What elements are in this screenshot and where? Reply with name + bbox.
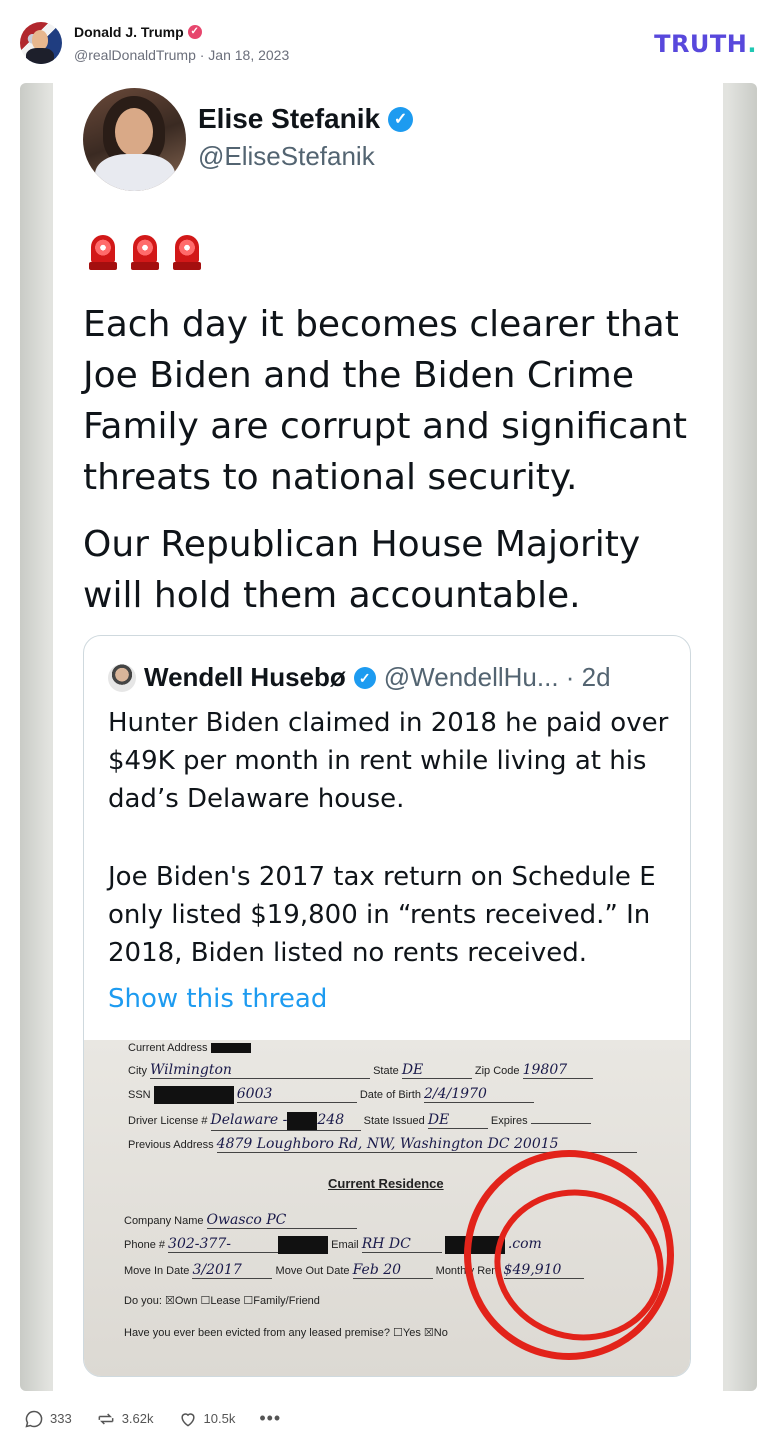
more-options-icon[interactable]: ••• xyxy=(259,1408,281,1429)
tweet-author-handle: @EliseStefanik xyxy=(198,141,375,171)
tweet-screenshot: Elise Stefanik ✓ @EliseStefanik Each day… xyxy=(53,83,723,1391)
quoted-text-2: Joe Biden's 2017 tax return on Schedule … xyxy=(108,862,656,968)
reply-icon xyxy=(25,1410,43,1428)
tweet-author-avatar xyxy=(83,88,186,191)
reply-button[interactable]: 333 xyxy=(24,1409,72,1429)
quoted-tweet: Wendell Husebø ✓ @WendellHu... · 2d Hunt… xyxy=(83,635,691,1377)
post-media-image[interactable]: Elise Stefanik ✓ @EliseStefanik Each day… xyxy=(20,83,757,1391)
verified-badge-icon: ✓ xyxy=(187,25,202,39)
form-license-row: Driver License # Delaware -248 State Iss… xyxy=(128,1112,591,1132)
like-button[interactable]: 10.5k xyxy=(178,1409,236,1429)
show-thread-link: Show this thread xyxy=(108,984,328,1014)
form-current-residence-heading: Current Residence xyxy=(328,1176,444,1191)
like-count: 10.5k xyxy=(203,1411,236,1426)
reply-count: 333 xyxy=(50,1411,72,1426)
siren-icon xyxy=(131,235,159,271)
siren-emojis xyxy=(89,235,201,271)
author-name-row[interactable]: Donald J. Trump ✓ xyxy=(74,24,202,40)
post-actions: 333 3.62k 10.5k ••• xyxy=(24,1408,281,1429)
siren-icon xyxy=(173,235,201,271)
form-ssn-row: SSN 6003 Date of Birth 2/4/1970 xyxy=(128,1086,535,1105)
heart-icon xyxy=(180,1412,195,1427)
form-evicted-row: Have you ever been evicted from any leas… xyxy=(124,1327,448,1339)
quoted-author-name: Wendell Husebø xyxy=(144,662,346,692)
quoted-author-handle-time: @WendellHu... · 2d xyxy=(383,662,611,692)
tweet-paragraph-1: Each day it becomes clearer that Joe Bid… xyxy=(83,304,688,498)
tweet-paragraph-2: Our Republican House Majority will hold … xyxy=(83,524,641,616)
retruth-count: 3.62k xyxy=(121,1411,154,1426)
tweet-author-name-row: Elise Stefanik ✓ xyxy=(198,103,414,135)
siren-icon xyxy=(89,235,117,271)
truth-logo: TRUTH. xyxy=(654,30,757,58)
form-doyou-row: Do you: ☒Own ☐Lease ☐Family/Friend xyxy=(124,1295,320,1307)
form-company-row: Company Name Owasco PC xyxy=(124,1212,357,1229)
verified-blue-icon: ✓ xyxy=(388,106,414,132)
form-city-row: City Wilmington State DE Zip Code 19807 xyxy=(128,1062,593,1079)
rental-form-photo: Current Address City Wilmington State DE… xyxy=(84,1040,690,1376)
verified-blue-icon: ✓ xyxy=(353,666,376,689)
quoted-tweet-header: Wendell Husebø ✓ @WendellHu... · 2d xyxy=(108,662,611,693)
quoted-author-avatar xyxy=(108,663,136,692)
retruth-icon xyxy=(98,1412,114,1425)
author-display-name[interactable]: Donald J. Trump xyxy=(74,24,184,40)
tweet-author-name: Elise Stefanik xyxy=(198,103,381,134)
post-header: Donald J. Trump ✓ @realDonaldTrump · Jan… xyxy=(20,20,757,66)
form-current-address: Current Address xyxy=(128,1042,251,1054)
retruth-button[interactable]: 3.62k xyxy=(96,1409,154,1429)
author-handle-date: @realDonaldTrump · Jan 18, 2023 xyxy=(74,47,290,63)
quoted-text-1: Hunter Biden claimed in 2018 he paid ove… xyxy=(108,708,669,814)
author-avatar[interactable] xyxy=(20,22,62,64)
